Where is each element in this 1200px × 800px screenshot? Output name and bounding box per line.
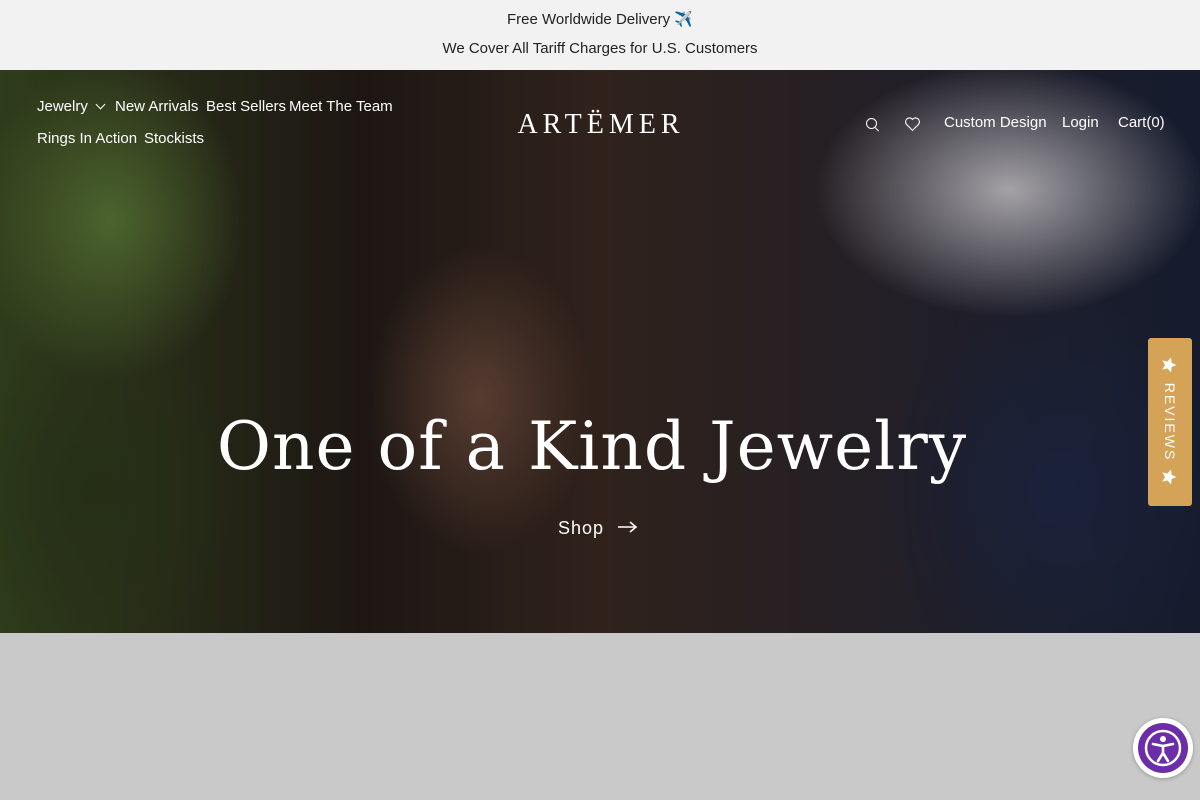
reviews-label: REVIEWS xyxy=(1162,382,1178,462)
nav-cart[interactable]: Cart(0) xyxy=(1118,114,1165,131)
nav-login[interactable]: Login xyxy=(1062,114,1099,131)
nav-jewelry-label: Jewelry xyxy=(37,98,88,115)
accessibility-icon xyxy=(1144,729,1182,767)
nav-meet-the-team[interactable]: Meet The Team xyxy=(289,98,393,115)
star-icon xyxy=(1162,469,1177,485)
search-icon[interactable] xyxy=(864,116,880,132)
star-icon xyxy=(1162,357,1177,373)
nav-custom-design[interactable]: Custom Design xyxy=(944,114,1047,131)
announcement-tariff: We Cover All Tariff Charges for U.S. Cus… xyxy=(442,40,758,57)
chevron-down-icon xyxy=(95,99,106,110)
site-logo[interactable]: ARTËMER xyxy=(500,108,702,142)
announcement-bar: Free Worldwide Delivery ✈️ We Cover All … xyxy=(0,0,1200,70)
hero-banner xyxy=(0,70,1200,633)
heart-icon[interactable] xyxy=(904,116,920,132)
hero-headline: One of a Kind Jewelry xyxy=(216,408,968,485)
nav-jewelry[interactable]: Jewelry xyxy=(37,98,106,115)
shop-button[interactable]: Shop xyxy=(558,518,638,539)
shop-label: Shop xyxy=(558,518,605,538)
nav-best-sellers[interactable]: Best Sellers xyxy=(206,98,286,115)
arrow-right-icon xyxy=(618,521,638,533)
accessibility-button[interactable] xyxy=(1133,718,1193,778)
reviews-tab[interactable]: REVIEWS xyxy=(1148,338,1192,506)
announcement-delivery: Free Worldwide Delivery ✈️ xyxy=(507,11,693,28)
nav-new-arrivals[interactable]: New Arrivals xyxy=(115,98,198,115)
nav-rings-in-action[interactable]: Rings In Action xyxy=(37,130,137,147)
nav-stockists[interactable]: Stockists xyxy=(144,130,204,147)
